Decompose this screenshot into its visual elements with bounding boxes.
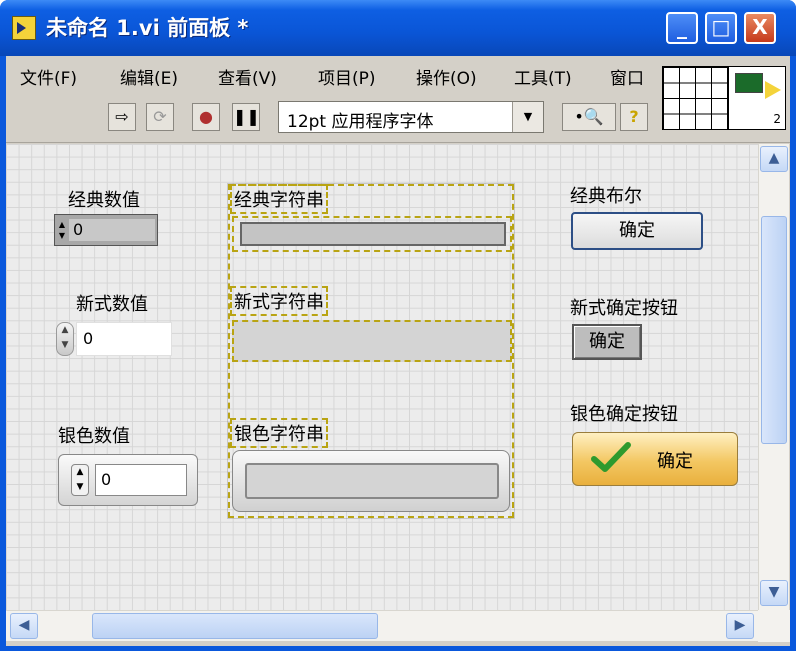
classic-string-value[interactable] xyxy=(240,222,506,246)
classic-ok-button[interactable]: 确定 xyxy=(571,212,703,250)
increment-arrows-icon[interactable]: ▲ ▼ xyxy=(71,464,89,496)
search-icon[interactable]: •🔍 xyxy=(562,103,616,131)
silver-numeric-control[interactable]: ▲ ▼ 0 xyxy=(58,454,198,506)
labview-front-panel-window: 未命名 1.vi 前面板 * _ □ X 文件(F) 编辑(E) 查看(V) 项… xyxy=(0,0,796,651)
vertical-scrollbar[interactable]: ▲ ▼ xyxy=(758,144,789,610)
resize-grip-icon[interactable] xyxy=(758,610,790,642)
help-icon[interactable]: ? xyxy=(620,103,648,131)
run-arrow-icon[interactable]: ⇨ xyxy=(108,103,136,131)
silver-string-value[interactable] xyxy=(245,463,499,499)
menu-window[interactable]: 窗口 xyxy=(610,64,644,89)
font-selector-label: 12pt 应用程序字体 xyxy=(287,112,434,132)
silver-numeric-label: 银色数值 xyxy=(58,426,130,447)
scroll-up-icon[interactable]: ▲ xyxy=(760,146,788,172)
scroll-right-icon[interactable]: ▶ xyxy=(726,613,754,639)
classic-string-label: 经典字符串 xyxy=(230,184,328,214)
silver-numeric-value[interactable]: 0 xyxy=(95,464,187,496)
vi-icon[interactable]: 2 xyxy=(728,66,786,130)
increment-arrows-icon[interactable]: ▲ ▼ xyxy=(57,219,67,241)
classic-boolean-label: 经典布尔 xyxy=(570,186,642,207)
silver-string-control[interactable] xyxy=(232,450,510,512)
increment-arrows-icon[interactable]: ▲ ▼ xyxy=(56,322,74,356)
modern-numeric-value[interactable]: 0 xyxy=(76,322,172,356)
maximize-button[interactable]: □ xyxy=(705,12,737,44)
menu-edit[interactable]: 编辑(E) xyxy=(120,64,178,89)
silver-ok-button-text: 确定 xyxy=(657,451,693,472)
modern-ok-button[interactable]: 确定 xyxy=(572,324,642,360)
window-client: 文件(F) 编辑(E) 查看(V) 项目(P) 操作(O) 工具(T) 窗口 ⇨… xyxy=(6,56,790,646)
connector-pane[interactable] xyxy=(662,66,728,130)
menu-operate[interactable]: 操作(O) xyxy=(416,64,477,89)
classic-string-control[interactable] xyxy=(232,216,512,252)
modern-string-control[interactable] xyxy=(232,320,512,362)
classic-numeric-value[interactable]: 0 xyxy=(69,219,155,241)
horizontal-scroll-thumb[interactable] xyxy=(92,613,378,639)
modern-numeric-control[interactable]: ▲ ▼ 0 xyxy=(56,320,172,358)
title-bar[interactable]: 未命名 1.vi 前面板 * _ □ X xyxy=(0,0,796,56)
checkmark-icon xyxy=(591,442,631,472)
close-button[interactable]: X xyxy=(744,12,776,44)
pause-icon[interactable]: ❚❚ xyxy=(232,103,260,131)
arrow-icon xyxy=(765,81,781,99)
scroll-left-icon[interactable]: ◀ xyxy=(10,613,38,639)
minimize-button[interactable]: _ xyxy=(666,12,698,44)
labview-app-icon[interactable] xyxy=(12,16,36,40)
waveform-icon xyxy=(735,73,763,93)
modern-numeric-label: 新式数值 xyxy=(76,294,148,315)
classic-numeric-control[interactable]: ▲ ▼ 0 xyxy=(54,214,158,246)
menu-project[interactable]: 项目(P) xyxy=(318,64,376,89)
silver-string-label: 银色字符串 xyxy=(230,418,328,448)
chevron-down-icon[interactable]: ▼ xyxy=(512,102,543,132)
run-continuously-icon[interactable]: ⟳ xyxy=(146,103,174,131)
front-panel-canvas[interactable]: 经典数值 ▲ ▼ 0 新式数值 ▲ ▼ 0 银色数值 ▲ ▼ 0 经典字符串 新式字符… xyxy=(6,144,758,610)
modern-ok-button-label: 新式确定按钮 xyxy=(570,298,678,319)
menu-view[interactable]: 查看(V) xyxy=(218,64,277,89)
abort-icon[interactable]: ● xyxy=(192,103,220,131)
modern-string-label: 新式字符串 xyxy=(230,286,328,316)
menu-tools[interactable]: 工具(T) xyxy=(514,64,572,89)
vertical-scroll-thumb[interactable] xyxy=(761,216,787,444)
silver-ok-button[interactable]: 确定 xyxy=(572,432,738,486)
classic-numeric-label: 经典数值 xyxy=(68,190,140,211)
window-title: 未命名 1.vi 前面板 * xyxy=(46,16,249,40)
scroll-down-icon[interactable]: ▼ xyxy=(760,580,788,606)
vi-icon-number: 2 xyxy=(773,112,781,126)
menu-file[interactable]: 文件(F) xyxy=(20,64,77,89)
silver-ok-button-label: 银色确定按钮 xyxy=(570,404,678,425)
horizontal-scrollbar[interactable]: ◀ ▶ xyxy=(6,610,758,641)
font-selector[interactable]: 12pt 应用程序字体 ▼ xyxy=(278,101,544,133)
